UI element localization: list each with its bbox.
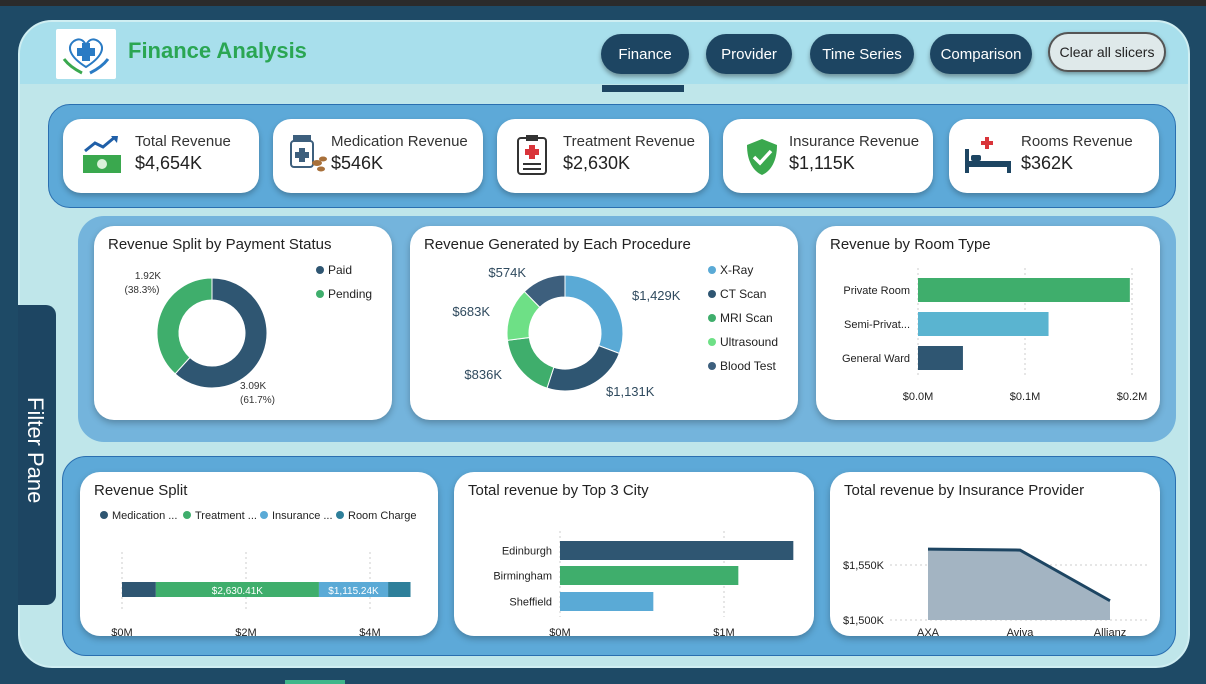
data-label: $2,630.41K <box>212 586 263 597</box>
data-label: 1.92K <box>135 271 161 282</box>
payment-status-donut: 3.09K (61.7%) 1.92K (38.3%) <box>124 271 275 406</box>
kpi-medication-revenue: Medication Revenue $546K <box>273 119 483 193</box>
city-bar-chart: Edinburgh Birmingham Sheffield $0M $1M <box>493 531 794 636</box>
bar <box>918 278 1130 302</box>
data-label: 3.09K <box>240 381 266 392</box>
money-chart-icon <box>83 135 121 173</box>
tick-label: $1M <box>713 627 734 636</box>
data-label: $836K <box>464 367 502 382</box>
tab-time-series[interactable]: Time Series <box>810 34 914 74</box>
tab-comparison[interactable]: Comparison <box>930 34 1032 74</box>
insurance-provider-chart-card[interactable]: Total revenue by Insurance Provider $1,5… <box>830 472 1160 636</box>
tick-label: $1,550K <box>843 560 885 572</box>
kpi-value: $546K <box>331 153 384 173</box>
donut-slice-pending <box>156 277 213 375</box>
bar <box>560 566 739 585</box>
bar <box>560 541 794 560</box>
category-label: General Ward <box>842 353 910 365</box>
insurance-area-chart: $1,550K $1,500K AXA Aviva Allianz <box>843 547 1150 636</box>
kpi-value: $2,630K <box>563 153 631 173</box>
medicine-bottle-icon <box>290 135 327 172</box>
tick-label: $4M <box>359 627 380 636</box>
payment-status-chart-card[interactable]: Revenue Split by Payment Status Paid Pen… <box>94 226 392 420</box>
active-tab-indicator <box>602 85 684 92</box>
kpi-label: Total Revenue <box>135 133 231 150</box>
kpi-treatment-revenue: Treatment Revenue $2,630K <box>497 119 709 193</box>
category-label: Sheffield <box>509 597 552 609</box>
tick-label: $1,500K <box>843 615 885 627</box>
clipboard-medical-icon <box>517 135 547 175</box>
bar <box>918 346 963 370</box>
category-label: Aviva <box>1007 627 1035 636</box>
revenue-split-chart-card[interactable]: Revenue Split Medication ... Treatment .… <box>80 472 438 636</box>
donut-slice <box>506 336 555 389</box>
tick-label: $2M <box>235 627 256 636</box>
category-label: Semi-Privat... <box>844 319 910 331</box>
stacked-bar-segment <box>122 582 156 597</box>
room-type-chart-card[interactable]: Revenue by Room Type Private Room Semi-Pr… <box>816 226 1160 420</box>
bar <box>560 592 654 611</box>
stacked-bar-segment <box>388 582 411 597</box>
category-label: Birmingham <box>493 571 552 583</box>
kpi-panel: Total Revenue $4,654K Medication Revenue… <box>48 104 1176 208</box>
kpi-label: Medication Revenue <box>331 133 468 150</box>
data-label: $1,115.24K <box>328 586 379 597</box>
shield-check-icon <box>747 139 777 175</box>
clear-all-slicers-button[interactable]: Clear all slicers <box>1048 32 1166 72</box>
category-label: Edinburgh <box>502 546 552 558</box>
dashboard-frame: Finance Analysis Finance Provider Time S… <box>18 20 1190 668</box>
medical-heart-logo-icon <box>62 38 110 75</box>
tick-label: $0.2M <box>1117 391 1148 403</box>
page-title: Finance Analysis <box>128 38 307 63</box>
tab-finance[interactable]: Finance <box>601 34 689 74</box>
page-tab-indicator <box>285 680 345 684</box>
data-label: $683K <box>452 304 490 319</box>
filter-pane-label: Filter Pane <box>23 397 48 504</box>
tick-label: $0M <box>549 627 570 636</box>
city-revenue-chart-card[interactable]: Total revenue by Top 3 City Edinburgh Bir… <box>454 472 814 636</box>
revenue-split-stacked-bar: $2,630.41K $1,115.24K $0M $2M $4M <box>111 552 411 636</box>
category-label: AXA <box>917 627 940 636</box>
donut-slice <box>564 274 624 355</box>
logo <box>56 29 116 79</box>
category-label: Allianz <box>1094 627 1126 636</box>
kpi-value: $1,115K <box>789 153 855 173</box>
data-label: $1,429K <box>632 288 681 303</box>
bar <box>918 312 1049 336</box>
tick-label: $0.0M <box>903 391 934 403</box>
data-label: $574K <box>488 265 526 280</box>
kpi-insurance-revenue: Insurance Revenue $1,115K <box>723 119 933 193</box>
data-label: (61.7%) <box>240 395 275 406</box>
window-top-strip <box>0 0 1206 6</box>
procedure-donut: $1,429K $1,131K $836K $683K $574K <box>452 265 681 399</box>
hospital-bed-icon <box>965 137 1011 173</box>
category-label: Private Room <box>843 285 910 297</box>
header-bar: Finance Analysis Finance Provider Time S… <box>20 22 1188 84</box>
filter-pane-toggle[interactable]: Filter Pane <box>18 305 56 605</box>
kpi-value: $4,654K <box>135 153 203 173</box>
kpi-label: Insurance Revenue <box>789 133 920 150</box>
procedure-revenue-chart-card[interactable]: Revenue Generated by Each Procedure X-Ra… <box>410 226 798 420</box>
kpi-label: Rooms Revenue <box>1021 133 1133 150</box>
kpi-rooms-revenue: Rooms Revenue $362K <box>949 119 1159 193</box>
kpi-label: Treatment Revenue <box>563 133 696 150</box>
kpi-total-revenue: Total Revenue $4,654K <box>63 119 259 193</box>
room-type-bar-chart: Private Room Semi-Privat... General Ward $0… <box>842 268 1148 403</box>
data-label: (38.3%) <box>124 285 159 296</box>
tick-label: $0M <box>111 627 132 636</box>
tab-provider[interactable]: Provider <box>706 34 792 74</box>
data-label: $1,131K <box>606 384 655 399</box>
tick-label: $0.1M <box>1010 391 1041 403</box>
kpi-value: $362K <box>1021 153 1074 173</box>
